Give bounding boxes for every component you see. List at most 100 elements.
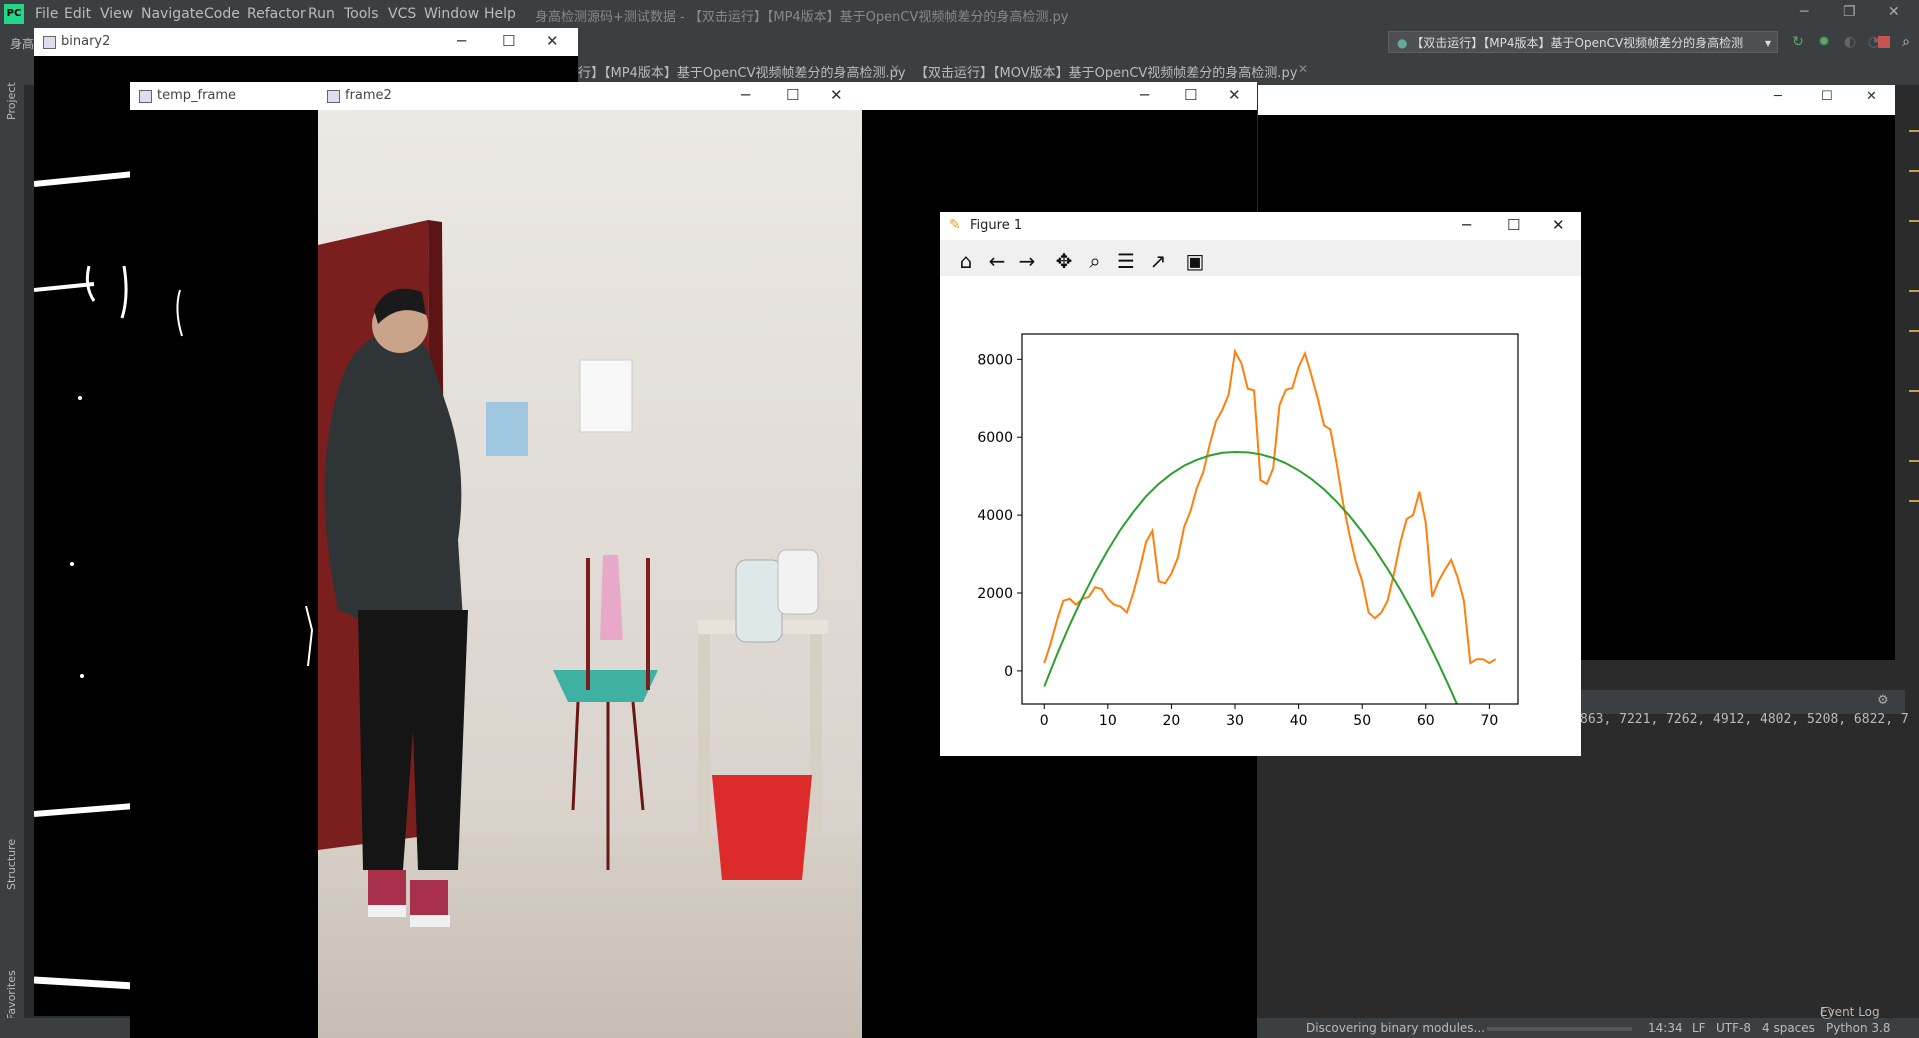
maximize-icon[interactable]: ☐ xyxy=(1821,89,1833,104)
zoom-icon[interactable]: ⌕ xyxy=(1082,248,1108,274)
warning-marker xyxy=(1909,130,1919,132)
menu-help[interactable]: Help xyxy=(484,6,516,22)
binary2-titlebar[interactable]: binary2 ─ ☐ ✕ xyxy=(34,28,578,56)
configure-icon[interactable]: ☰ xyxy=(1113,248,1139,274)
y-tick-label: 8000 xyxy=(977,352,1013,368)
tab-mov-script[interactable]: 【双击运行】【MOV版本】基于OpenCV视频帧差分的身高检测.py xyxy=(915,62,1297,81)
caret-position[interactable]: 14:34 xyxy=(1648,1021,1683,1035)
indent-setting[interactable]: 4 spaces xyxy=(1762,1021,1815,1035)
window-icon xyxy=(43,36,56,49)
menu-edit[interactable]: Edit xyxy=(64,6,91,22)
event-log-label: Event Log xyxy=(1820,1005,1880,1019)
python-file-icon: ● xyxy=(1397,36,1412,50)
figure-title: Figure 1 xyxy=(970,218,1023,233)
close-icon[interactable]: ✕ xyxy=(830,86,843,104)
home-icon[interactable]: ⌂ xyxy=(953,248,979,274)
x-tick-label: 30 xyxy=(1226,713,1244,729)
python-interpreter[interactable]: Python 3.8 xyxy=(1826,1021,1891,1035)
y-tick-label: 2000 xyxy=(977,586,1013,602)
difference-image xyxy=(176,289,314,667)
frame2-title: frame2 xyxy=(345,88,392,103)
run-config-select[interactable]: ● 【双击运行】【MP4版本】基于OpenCV视频帧差分的身高检测 ▾ xyxy=(1388,31,1778,53)
pan-icon[interactable]: ✥ xyxy=(1051,248,1077,274)
debug-icon[interactable]: ✹ xyxy=(1816,34,1832,50)
ide-minimize-icon[interactable]: ─ xyxy=(1800,4,1808,20)
menu-tools[interactable]: Tools xyxy=(344,6,379,22)
figure-canvas: 0 10 20 30 40 50 60 70 0 2000 4000 6000 8000 xyxy=(940,276,1581,756)
menu-vcs[interactable]: VCS xyxy=(388,6,416,22)
minimize-icon[interactable]: ─ xyxy=(457,32,466,50)
minimize-icon[interactable]: ─ xyxy=(1462,216,1471,234)
frame2-titlebar[interactable]: frame2 ─ ☐ ✕ xyxy=(318,82,862,110)
search-everywhere-icon[interactable]: ⌕ xyxy=(1898,34,1914,50)
warning-marker xyxy=(1909,220,1919,222)
menu-navigate[interactable]: Navigate xyxy=(141,6,204,22)
warning-marker xyxy=(1909,460,1919,462)
y-tick-label: 4000 xyxy=(977,508,1013,524)
breadcrumb[interactable]: 身高 xyxy=(10,35,34,52)
camera-frame-image xyxy=(318,110,862,1038)
frame2-canvas xyxy=(318,110,862,1038)
menu-window[interactable]: Window xyxy=(424,6,479,22)
run-console xyxy=(1580,714,1905,996)
background-window-titlebar: ─ ☐ ✕ xyxy=(1258,85,1895,115)
ide-window-title: 身高检测源码+测试数据 - 【双击运行】【MP4版本】基于OpenCV视频帧差分… xyxy=(535,10,1069,25)
y-tick-label: 6000 xyxy=(977,430,1013,446)
close-icon[interactable]: ✕ xyxy=(546,32,559,50)
stop-icon[interactable] xyxy=(1878,36,1890,48)
edit-axis-icon[interactable]: ↗ xyxy=(1145,248,1171,274)
warning-marker xyxy=(1909,330,1919,332)
structure-tool-button[interactable]: Structure xyxy=(5,839,18,890)
background-task[interactable]: Discovering binary modules... xyxy=(1306,1021,1485,1035)
figure-titlebar[interactable]: ✎ Figure 1 ─ ☐ ✕ xyxy=(940,212,1581,240)
left-tool-strip: Project Structure Favorites xyxy=(0,58,24,1022)
close-icon[interactable]: ✕ xyxy=(1228,86,1241,104)
maximize-icon[interactable]: ☐ xyxy=(502,32,515,50)
menu-bar: PC File Edit View Navigate Code Refactor… xyxy=(0,0,1919,28)
task-progress-bar xyxy=(1487,1027,1632,1031)
close-icon[interactable]: ✕ xyxy=(1866,89,1877,104)
warning-marker xyxy=(1909,170,1919,172)
x-tick-label: 60 xyxy=(1417,713,1435,729)
save-icon[interactable]: ▣ xyxy=(1182,248,1208,274)
menu-view[interactable]: View xyxy=(100,6,133,22)
series-line-measurement xyxy=(1043,348,1497,665)
menu-file[interactable]: File xyxy=(35,6,58,22)
minimize-icon[interactable]: ─ xyxy=(741,86,750,104)
x-tick-label: 0 xyxy=(1040,713,1049,729)
gear-icon[interactable]: ⚙ xyxy=(1877,693,1889,708)
forward-icon[interactable]: → xyxy=(1014,248,1040,274)
tab-close-icon[interactable]: ✕ xyxy=(1298,62,1308,76)
favorites-tool-button[interactable]: Favorites xyxy=(5,970,18,1020)
line-separator[interactable]: LF xyxy=(1692,1021,1706,1035)
menu-code[interactable]: Code xyxy=(204,6,240,22)
menu-run[interactable]: Run xyxy=(308,6,335,22)
project-tool-button[interactable]: Project xyxy=(5,82,18,120)
x-tick-label: 20 xyxy=(1163,713,1181,729)
x-tick-label: 10 xyxy=(1099,713,1117,729)
minimize-icon[interactable]: ─ xyxy=(1140,86,1149,104)
error-stripe xyxy=(1905,85,1919,1020)
maximize-icon[interactable]: ☐ xyxy=(1507,216,1520,234)
ide-restore-icon[interactable]: ❐ xyxy=(1843,4,1856,20)
menu-refactor[interactable]: Refactor xyxy=(247,6,306,22)
maximize-icon[interactable]: ☐ xyxy=(786,86,799,104)
tab-close-icon[interactable]: ✕ xyxy=(890,62,900,76)
coverage-icon[interactable]: ◐ xyxy=(1842,34,1858,50)
temp-frame-title: temp_frame xyxy=(157,88,237,103)
x-tick-label: 50 xyxy=(1353,713,1371,729)
run-console-header: ⚙ xyxy=(1580,690,1905,714)
close-icon[interactable]: ✕ xyxy=(1552,216,1565,234)
tab-mp4-script[interactable]: 行】【MP4版本】基于OpenCV视频帧差分的身高检测.py xyxy=(578,62,906,81)
warning-marker xyxy=(1909,500,1919,502)
back-icon[interactable]: ← xyxy=(984,248,1010,274)
run-icon[interactable]: ↻ xyxy=(1790,34,1806,50)
binary2-title: binary2 xyxy=(61,34,111,49)
maximize-icon[interactable]: ☐ xyxy=(1184,86,1197,104)
ide-close-icon[interactable]: ✕ xyxy=(1888,4,1900,20)
warning-marker xyxy=(1909,390,1919,392)
file-encoding[interactable]: UTF-8 xyxy=(1716,1021,1751,1035)
plot-frame xyxy=(1021,333,1519,705)
pycharm-logo: PC xyxy=(4,4,24,24)
minimize-icon[interactable]: ─ xyxy=(1774,89,1782,104)
